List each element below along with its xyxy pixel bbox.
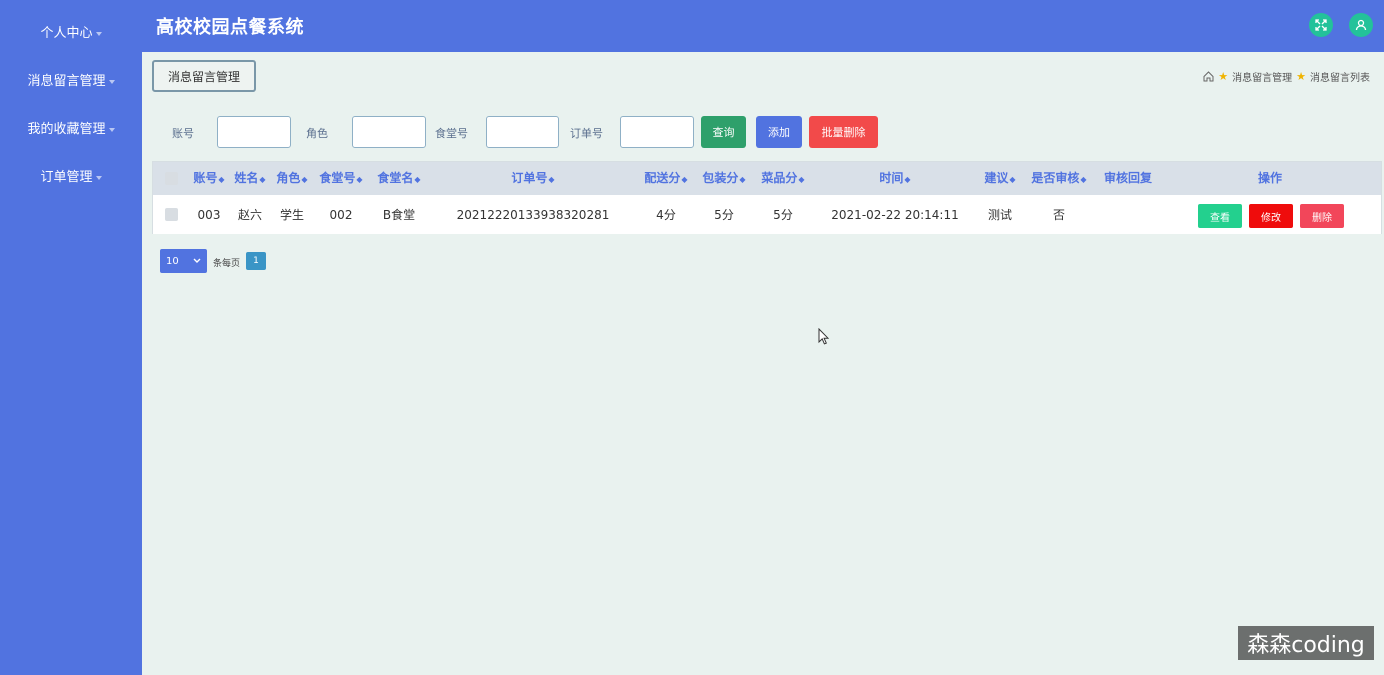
order-no-input[interactable] xyxy=(620,116,694,148)
sidebar-item-label: 订单管理 xyxy=(40,170,93,185)
sort-icon: ◆ xyxy=(798,175,805,184)
top-bar: 高校校园点餐系统 xyxy=(142,0,1384,52)
sidebar-item-label: 消息留言管理 xyxy=(27,74,106,89)
chevron-down-icon xyxy=(108,127,115,132)
sidebar-item-message-management[interactable]: 消息留言管理 xyxy=(0,70,142,94)
star-icon: ★ xyxy=(1218,70,1229,83)
cell-suggestion: 测试 xyxy=(987,208,1013,222)
cell-delivery-score: 4分 xyxy=(656,208,676,222)
select-all-checkbox[interactable] xyxy=(165,172,178,185)
cell-canteen-name: B食堂 xyxy=(382,208,416,222)
cell-canteen-no: 002 xyxy=(329,208,353,222)
table-header: 账号◆ 姓名◆ 角色◆ 食堂号◆ 食堂名◆ 订单号◆ 配送分◆ 包装分◆ 菜品分… xyxy=(153,162,1381,195)
edit-button[interactable]: 修改 xyxy=(1249,204,1293,228)
tab-message-management[interactable]: 消息留言管理 xyxy=(152,60,256,92)
query-button[interactable]: 查询 xyxy=(701,116,746,148)
cell-name: 赵六 xyxy=(237,208,263,222)
sidebar-item-label: 个人中心 xyxy=(40,26,93,41)
sort-icon: ◆ xyxy=(356,175,363,184)
chevron-down-icon xyxy=(108,79,115,84)
sidebar-item-order-management[interactable]: 订单管理 xyxy=(0,166,142,190)
column-header-canteen-name[interactable]: 食堂名◆ xyxy=(377,162,420,196)
role-input[interactable] xyxy=(352,116,426,148)
breadcrumb-item: 消息留言列表 xyxy=(1310,73,1370,84)
user-icon[interactable] xyxy=(1349,13,1373,37)
role-label: 角色 xyxy=(306,127,328,140)
chevron-down-icon xyxy=(193,258,201,263)
cell-order-no: 20212220133938320281 xyxy=(456,208,610,222)
sort-icon: ◆ xyxy=(1080,175,1087,184)
sidebar-item-label: 我的收藏管理 xyxy=(27,122,106,137)
mouse-cursor-icon xyxy=(818,328,830,345)
canteen-no-label: 食堂号 xyxy=(435,127,468,140)
breadcrumb: ★ 消息留言管理 ★ 消息留言列表 xyxy=(1203,69,1370,84)
sort-icon: ◆ xyxy=(739,175,746,184)
column-header-role[interactable]: 角色◆ xyxy=(276,162,307,196)
sidebar-item-personal-center[interactable]: 个人中心 xyxy=(0,22,142,46)
sort-icon: ◆ xyxy=(681,175,688,184)
sort-icon: ◆ xyxy=(904,175,911,184)
canteen-no-input[interactable] xyxy=(486,116,559,148)
column-header-account[interactable]: 账号◆ xyxy=(193,162,224,196)
sort-icon: ◆ xyxy=(548,175,555,184)
watermark: 森森coding xyxy=(1238,626,1374,660)
column-header-suggestion[interactable]: 建议◆ xyxy=(984,162,1015,196)
cell-package-score: 5分 xyxy=(714,208,734,222)
cell-reviewed: 否 xyxy=(1052,208,1066,222)
account-input[interactable] xyxy=(217,116,291,148)
add-button[interactable]: 添加 xyxy=(756,116,802,148)
cell-role: 学生 xyxy=(279,208,305,222)
view-button[interactable]: 查看 xyxy=(1198,204,1242,228)
row-checkbox[interactable] xyxy=(165,208,178,221)
fullscreen-icon[interactable] xyxy=(1309,13,1333,37)
column-header-time[interactable]: 时间◆ xyxy=(879,162,910,196)
order-no-label: 订单号 xyxy=(570,127,603,140)
star-icon: ★ xyxy=(1296,70,1306,83)
cell-time: 2021-02-22 20:14:11 xyxy=(831,208,959,222)
sort-icon: ◆ xyxy=(218,175,225,184)
column-header-reviewed[interactable]: 是否审核◆ xyxy=(1031,162,1086,196)
breadcrumb-item[interactable]: 消息留言管理 xyxy=(1232,69,1292,84)
column-header-name[interactable]: 姓名◆ xyxy=(234,162,265,196)
sort-icon: ◆ xyxy=(414,175,421,184)
column-header-operation: 操作 xyxy=(1257,171,1283,185)
column-header-order-no[interactable]: 订单号◆ xyxy=(511,162,554,196)
page-number-button[interactable]: 1 xyxy=(246,252,266,270)
column-header-review-reply: 审核回复 xyxy=(1103,171,1153,185)
cell-account: 003 xyxy=(197,208,221,222)
column-header-canteen-no[interactable]: 食堂号◆ xyxy=(319,162,362,196)
home-icon[interactable] xyxy=(1203,71,1214,82)
app-title: 高校校园点餐系统 xyxy=(156,17,304,38)
table-row: 003 赵六 学生 002 B食堂 20212220133938320281 4… xyxy=(153,196,1381,234)
cell-dish-score: 5分 xyxy=(773,208,793,222)
delete-button[interactable]: 删除 xyxy=(1300,204,1344,228)
account-label: 账号 xyxy=(172,127,194,140)
sidebar: 个人中心 消息留言管理 我的收藏管理 订单管理 xyxy=(0,0,142,675)
sort-icon: ◆ xyxy=(301,175,308,184)
sidebar-item-favorites-management[interactable]: 我的收藏管理 xyxy=(0,118,142,142)
column-header-delivery-score[interactable]: 配送分◆ xyxy=(644,162,687,196)
page-size-select[interactable]: 10 xyxy=(160,249,207,273)
chevron-down-icon xyxy=(95,175,102,180)
page-size-value: 10 xyxy=(166,255,179,267)
column-header-package-score[interactable]: 包装分◆ xyxy=(702,162,745,196)
batch-delete-button[interactable]: 批量删除 xyxy=(809,116,878,148)
sort-icon: ◆ xyxy=(259,175,266,184)
chevron-down-icon xyxy=(95,31,102,36)
data-table: 账号◆ 姓名◆ 角色◆ 食堂号◆ 食堂名◆ 订单号◆ 配送分◆ 包装分◆ 菜品分… xyxy=(152,161,1382,234)
column-header-dish-score[interactable]: 菜品分◆ xyxy=(761,162,804,196)
sort-icon: ◆ xyxy=(1009,175,1016,184)
per-page-label: 条每页 xyxy=(213,259,241,269)
